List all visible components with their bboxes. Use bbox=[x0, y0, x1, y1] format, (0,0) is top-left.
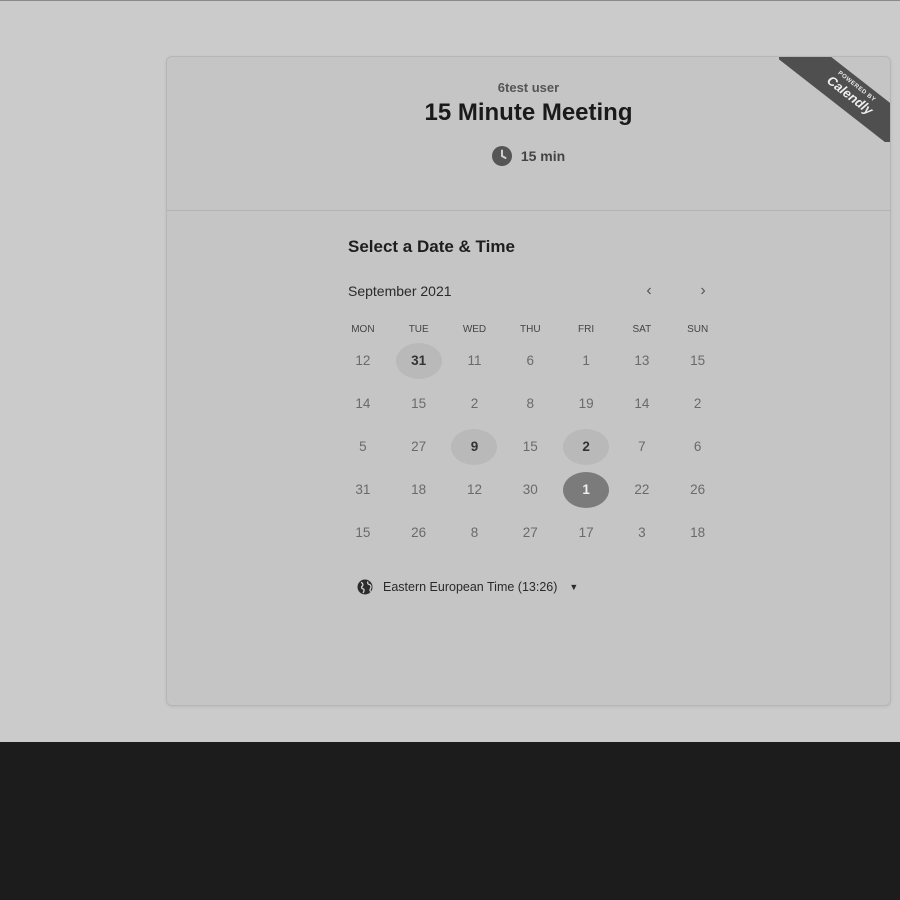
calendar-day: 15 bbox=[411, 396, 427, 411]
calendar-day: 3 bbox=[638, 525, 646, 540]
weekday-label: SUN bbox=[687, 324, 709, 335]
calendar-day-available[interactable]: 2 bbox=[563, 428, 610, 465]
calendar-cell: 14 bbox=[614, 382, 670, 425]
calendar-cell: 15 bbox=[670, 339, 726, 382]
calendar-day: 14 bbox=[634, 396, 650, 411]
calendar-day-available[interactable]: 9 bbox=[451, 428, 498, 465]
calendar-cell: 8 bbox=[502, 382, 558, 425]
calendar-day: 18 bbox=[411, 482, 427, 497]
calendar-cell: 1 bbox=[558, 468, 614, 511]
chevron-right-icon: › bbox=[700, 282, 706, 299]
calendar-day: 26 bbox=[411, 525, 427, 540]
month-label: September 2021 bbox=[348, 283, 452, 299]
calendar-cell: 15 bbox=[335, 511, 391, 554]
calendar-cell: 22 bbox=[614, 468, 670, 511]
calendar-cell: 27 bbox=[391, 425, 447, 468]
previous-month-button[interactable]: ‹ bbox=[637, 279, 661, 303]
calendar-cell: 3 bbox=[614, 511, 670, 554]
calendar-cell: 18 bbox=[670, 511, 726, 554]
clock-icon bbox=[491, 146, 512, 166]
next-month-button[interactable]: › bbox=[691, 279, 715, 303]
calendar-cell: 31 bbox=[391, 339, 447, 382]
calendar-cell: 13 bbox=[614, 339, 670, 382]
calendar-day: 7 bbox=[638, 439, 646, 454]
powered-by-badge[interactable]: POWERED BY Calendly bbox=[779, 57, 890, 142]
chevron-left-icon: ‹ bbox=[646, 282, 652, 299]
calendar-cell: 31 bbox=[335, 468, 391, 511]
calendar-day: 15 bbox=[690, 353, 706, 368]
event-duration: 15 min bbox=[167, 146, 890, 166]
calendar-cell: 18 bbox=[391, 468, 447, 511]
calendar-day: 8 bbox=[470, 525, 479, 540]
calendar-day: 1 bbox=[582, 353, 590, 368]
calendar-cell: 12 bbox=[447, 468, 503, 511]
calendar-cell: 7 bbox=[614, 425, 670, 468]
calendar-day: 12 bbox=[355, 353, 371, 368]
calendar-cell: 14 bbox=[335, 382, 391, 425]
calendar-day-available[interactable]: 31 bbox=[395, 342, 442, 379]
calendar-day: 2 bbox=[470, 396, 479, 411]
calendar-day: 27 bbox=[522, 525, 538, 540]
calendar-grid: 12 31 11 6 1 13 15 14 15 2 8 19 14 2 5 27 9 15 2 7 6 31 18 12 30… bbox=[335, 339, 726, 554]
weekday-label: TUE bbox=[408, 324, 429, 335]
calendar-day: 15 bbox=[522, 439, 538, 454]
calendar-day: 15 bbox=[355, 525, 371, 540]
calendar-cell: 11 bbox=[447, 339, 503, 382]
weekday-label: SAT bbox=[632, 324, 652, 335]
calendar-cell: 2 bbox=[558, 425, 614, 468]
calendar-day: 8 bbox=[526, 396, 535, 411]
calendar-day: 6 bbox=[526, 353, 535, 368]
calendar-day: 27 bbox=[411, 439, 427, 454]
calendar-cell: 9 bbox=[447, 425, 503, 468]
calendar-day: 18 bbox=[690, 525, 706, 540]
calendar-cell: 2 bbox=[670, 382, 726, 425]
calendar-cell: 19 bbox=[558, 382, 614, 425]
calendar-day: 31 bbox=[355, 482, 371, 497]
calendar-day: 11 bbox=[467, 353, 482, 368]
calendar-day: 26 bbox=[690, 482, 706, 497]
calendar-cell: 15 bbox=[502, 425, 558, 468]
calendar-day: 13 bbox=[634, 353, 650, 368]
scheduling-card: 6test user 15 Minute Meeting 15 min POWE… bbox=[166, 56, 891, 706]
globe-icon bbox=[357, 579, 373, 595]
calendar-day: 17 bbox=[578, 525, 594, 540]
weekday-label: THU bbox=[520, 324, 541, 335]
calendar-day: 5 bbox=[359, 439, 367, 454]
calendar-cell: 26 bbox=[670, 468, 726, 511]
calendar-day: 19 bbox=[578, 396, 594, 411]
weekday-label: WED bbox=[462, 324, 487, 335]
calendar-day: 2 bbox=[693, 396, 702, 411]
weekday-header: MON TUE WED THU FRI SAT SUN bbox=[335, 324, 726, 335]
timezone-label: Eastern European Time (13:26) bbox=[383, 580, 558, 594]
calendar-day: 22 bbox=[634, 482, 650, 497]
calendar-day: 12 bbox=[466, 482, 482, 497]
calendar-cell: 8 bbox=[447, 511, 503, 554]
calendar-cell: 15 bbox=[391, 382, 447, 425]
calendar-cell: 1 bbox=[558, 339, 614, 382]
caret-down-icon: ▼ bbox=[569, 582, 579, 592]
calendar-cell: 5 bbox=[335, 425, 391, 468]
calendar-cell: 12 bbox=[335, 339, 391, 382]
weekday-label: FRI bbox=[578, 324, 595, 335]
calendar-cell: 27 bbox=[502, 511, 558, 554]
calendar-cell: 30 bbox=[502, 468, 558, 511]
duration-label: 15 min bbox=[520, 148, 566, 164]
calendar-cell: 17 bbox=[558, 511, 614, 554]
calendar-cell: 26 bbox=[391, 511, 447, 554]
calendar-day: 6 bbox=[693, 439, 702, 454]
select-date-title: Select a Date & Time bbox=[348, 237, 515, 256]
page-background: 6test user 15 Minute Meeting 15 min POWE… bbox=[0, 0, 900, 742]
calendar-day: 14 bbox=[355, 396, 371, 411]
weekday-label: MON bbox=[351, 324, 375, 335]
calendar-cell: 6 bbox=[670, 425, 726, 468]
calendar-cell: 2 bbox=[447, 382, 503, 425]
calendar-cell: 6 bbox=[502, 339, 558, 382]
calendar-day: 30 bbox=[522, 482, 538, 497]
timezone-selector[interactable]: Eastern European Time (13:26) ▼ bbox=[357, 579, 578, 595]
calendar-day-selected[interactable]: 1 bbox=[563, 471, 610, 508]
